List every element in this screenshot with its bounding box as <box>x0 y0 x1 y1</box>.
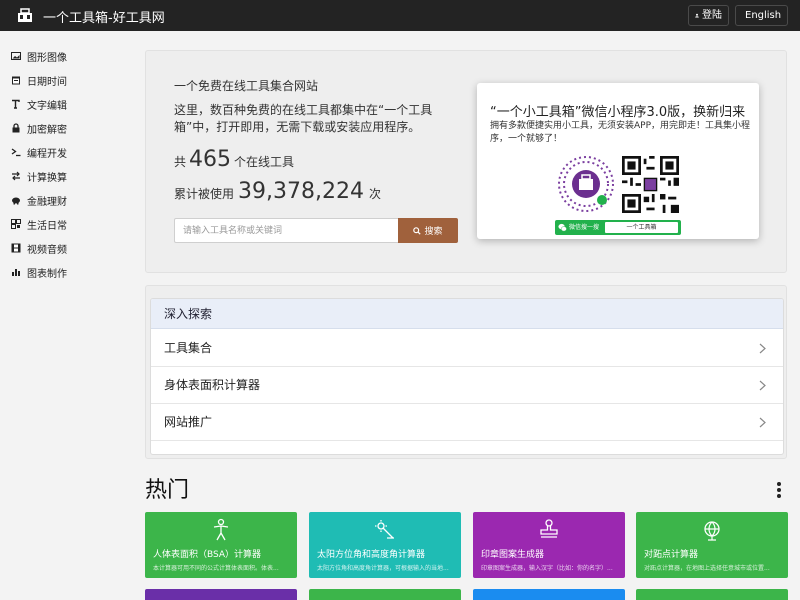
globe-icon <box>704 521 720 541</box>
search-button-label: 搜索 <box>424 226 443 236</box>
tool-card-solar-angle[interactable]: 太阳方位角和高度角计算器 太阳方位角和高度角计算器，可根据输入的当地... <box>309 512 461 578</box>
user-icon <box>695 13 699 18</box>
tool-card-title: 人体表面积（BSA）计算器 <box>153 550 262 560</box>
tool-card-antipode[interactable]: 对跖点计算器 对跖点计算器，在地图上选择任意城市或位置... <box>636 512 788 578</box>
sidebar-item-dev[interactable]: 编程开发 <box>11 143 67 161</box>
promo-description: 拥有多款便捷实用小工具，无须安装APP，用完即走！工具集小程序，一个就够了！ <box>490 121 751 144</box>
tool-card-row2-3[interactable] <box>473 589 625 600</box>
miniprogram-code-image <box>558 156 614 212</box>
sidebar-item-label: 图表制作 <box>27 268 67 280</box>
tool-card-stamp-generator[interactable]: 印章图案生成器 印章图案生成器，输入汉字（比如：你的名字）... <box>473 512 625 578</box>
tool-card-title: 印章图案生成器 <box>481 550 545 560</box>
wechat-search-term: 一个工具箱 <box>605 222 678 233</box>
tool-count: 共 465 个在线工具 <box>174 147 294 172</box>
sidebar-item-label: 文字编辑 <box>27 100 67 112</box>
explore-item-label: 网站推广 <box>164 415 213 429</box>
explore-item-bsa-calculator[interactable]: 身体表面积计算器 <box>151 367 783 404</box>
sidebar-item-label: 加密解密 <box>27 124 67 136</box>
hero-subtitle: 一个免费在线工具集合网站 <box>174 79 319 93</box>
hot-section-title: 热门 <box>145 478 190 503</box>
language-button[interactable]: English <box>735 5 788 26</box>
sidebar-item-crypto[interactable]: 加密解密 <box>11 119 67 137</box>
wechat-search-label: 微信搜一搜 <box>569 224 600 231</box>
toolbox-logo-icon[interactable] <box>17 7 33 23</box>
sidebar-item-label: 生活日常 <box>27 220 67 232</box>
promo-title: “一个小工具箱”微信小程序3.0版，换新归来 <box>490 105 746 120</box>
hero-panel: 一个免费在线工具集合网站 这里，数百种免费的在线工具都集中在“一个工具箱”中，打… <box>145 50 787 273</box>
login-label: 登陆 <box>702 10 722 21</box>
explore-header: 深入探索 <box>151 299 783 329</box>
sidebar: 图形图像 日期时间 文字编辑 加密解密 编程开发 计算换算 金融理财 生活日常 … <box>0 31 136 600</box>
search-button[interactable]: 搜索 <box>398 218 458 243</box>
sidebar-item-calc[interactable]: 计算换算 <box>11 167 67 185</box>
sidebar-item-label: 图形图像 <box>27 52 67 64</box>
search-icon <box>413 226 422 235</box>
lock-icon <box>11 123 21 133</box>
more-options-icon[interactable] <box>776 482 782 498</box>
usage-suffix: 次 <box>368 187 381 201</box>
top-bar: 一个工具箱-好工具网 登陆 English <box>0 0 800 31</box>
sidebar-item-media[interactable]: 视频音频 <box>11 239 67 257</box>
chevron-right-icon <box>759 343 766 354</box>
sidebar-item-finance[interactable]: 金融理财 <box>11 191 67 209</box>
search-input[interactable] <box>174 218 398 243</box>
tool-card-row2-1[interactable] <box>145 589 297 600</box>
site-title[interactable]: 一个工具箱-好工具网 <box>43 7 165 26</box>
terminal-icon <box>11 147 21 157</box>
sidebar-item-text[interactable]: 文字编辑 <box>11 95 67 113</box>
tool-card-bsa[interactable]: 人体表面积（BSA）计算器 本计算器可用不同的公式计算体表面积。体表... <box>145 512 297 578</box>
tool-count-prefix: 共 <box>174 155 187 169</box>
tool-card-title: 太阳方位角和高度角计算器 <box>317 550 426 560</box>
usage-value: 39,378,224 <box>238 179 364 204</box>
sidebar-item-label: 计算换算 <box>27 172 67 184</box>
exchange-icon <box>11 171 21 181</box>
sidebar-item-datetime[interactable]: 日期时间 <box>11 71 67 89</box>
tool-count-value: 465 <box>189 147 232 172</box>
chevron-right-icon <box>759 417 766 428</box>
sidebar-item-image[interactable]: 图形图像 <box>11 47 67 65</box>
sun-angle-icon <box>375 520 394 539</box>
chevron-right-icon <box>759 380 766 391</box>
tool-card-row2-4[interactable] <box>636 589 788 600</box>
login-button[interactable]: 登陆 <box>688 5 729 26</box>
sidebar-item-life[interactable]: 生活日常 <box>11 215 67 233</box>
stamp-icon <box>540 519 558 538</box>
calendar-icon <box>11 75 21 85</box>
qr-code-image <box>622 156 679 213</box>
hero-description: 这里，数百种免费的在线工具都集中在“一个工具箱”中，打开即用，无需下载或安装应用… <box>174 103 433 134</box>
tool-card-title: 对跖点计算器 <box>644 550 699 560</box>
film-icon <box>11 243 21 253</box>
usage-prefix: 累计被使用 <box>174 187 235 201</box>
image-icon <box>11 51 21 61</box>
tool-card-row2-2[interactable] <box>309 589 461 600</box>
tool-count-suffix: 个在线工具 <box>234 155 295 169</box>
qrcode-icon <box>11 219 21 229</box>
bar-chart-icon <box>11 267 21 277</box>
sidebar-item-chart[interactable]: 图表制作 <box>11 263 67 281</box>
sidebar-item-label: 编程开发 <box>27 148 67 160</box>
tool-card-description: 对跖点计算器，在地图上选择任意城市或位置... <box>644 565 770 572</box>
sidebar-item-label: 金融理财 <box>27 196 67 208</box>
tool-card-description: 印章图案生成器，输入汉字（比如：你的名字）... <box>481 565 613 572</box>
piggy-bank-icon <box>11 195 21 205</box>
miniprogram-promo-card[interactable]: “一个小工具箱”微信小程序3.0版，换新归来 拥有多款便捷实用小工具，无须安装A… <box>477 83 759 239</box>
explore-section: 深入探索 工具集合 身体表面积计算器 网站推广 <box>145 285 787 459</box>
text-icon <box>11 99 21 109</box>
tool-card-description: 太阳方位角和高度角计算器，可根据输入的当地... <box>317 565 449 572</box>
explore-item-tool-collection[interactable]: 工具集合 <box>151 330 783 367</box>
language-label: English <box>745 10 782 21</box>
usage-count: 累计被使用 39,378,224 次 <box>174 179 381 204</box>
explore-item-site-promotion[interactable]: 网站推广 <box>151 404 783 441</box>
wechat-icon <box>558 223 567 232</box>
sidebar-item-label: 视频音频 <box>27 244 67 256</box>
explore-item-label: 身体表面积计算器 <box>164 378 261 392</box>
explore-list: 深入探索 工具集合 身体表面积计算器 网站推广 <box>150 298 784 455</box>
wechat-search-bar: 微信搜一搜 一个工具箱 <box>555 220 681 235</box>
person-icon <box>213 518 229 541</box>
sidebar-item-label: 日期时间 <box>27 76 67 88</box>
explore-item-label: 工具集合 <box>164 341 213 355</box>
tool-card-description: 本计算器可用不同的公式计算体表面积。体表... <box>153 565 279 572</box>
